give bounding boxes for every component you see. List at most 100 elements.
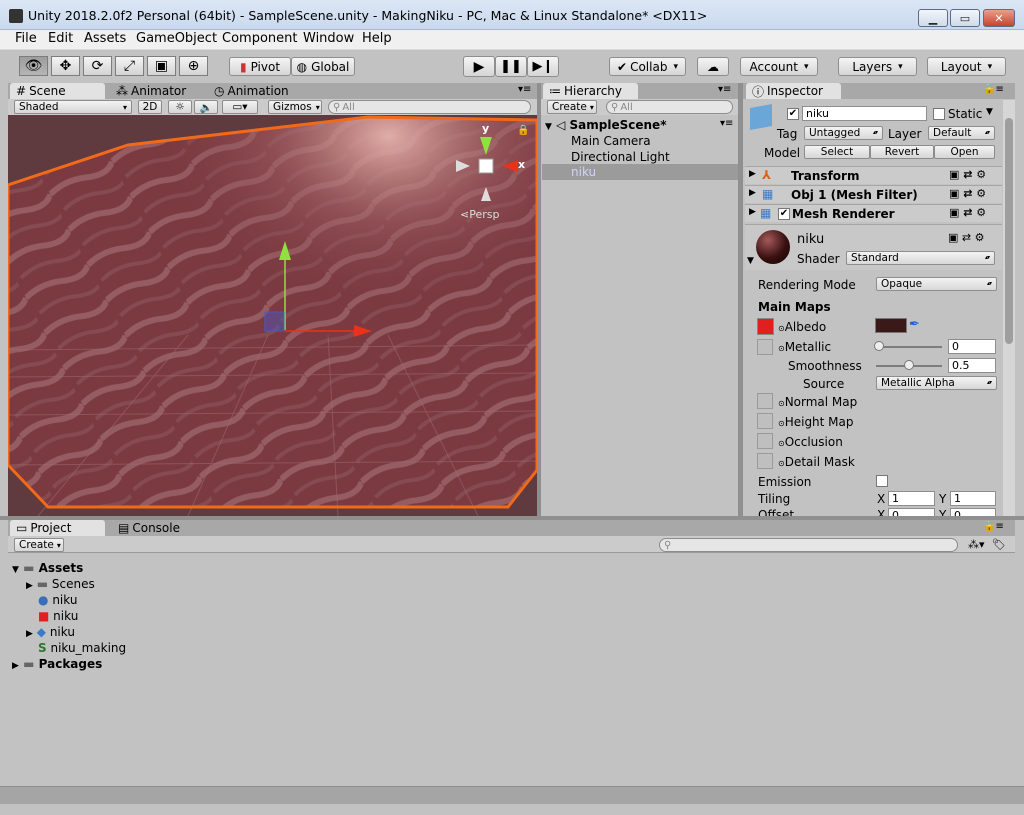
scale-tool-icon[interactable]: ⤢ xyxy=(115,56,144,76)
tab-project[interactable]: ▭ Project xyxy=(10,520,105,536)
hierarchy-menu-icon[interactable]: ▾≡ xyxy=(718,84,731,95)
hierarchy-item-niku[interactable]: niku xyxy=(571,165,596,179)
view-tool-eye-icon[interactable]: 👁 xyxy=(19,56,48,76)
project-create-dropdown[interactable]: Create ▾ xyxy=(14,538,64,552)
maximize-button[interactable]: ▭ xyxy=(950,9,980,27)
layer-dropdown[interactable]: Default xyxy=(928,126,995,140)
tiling-x-field[interactable]: 1 xyxy=(888,491,935,506)
tree-item-scenes[interactable]: ▶ ▬ Scenes xyxy=(26,577,95,591)
metallic-value-field[interactable]: 0 xyxy=(948,339,996,354)
tab-console[interactable]: ▤ Console xyxy=(112,520,207,536)
menu-help[interactable]: Help xyxy=(362,31,392,46)
menu-gameobject[interactable]: GameObject xyxy=(136,31,217,46)
smoothness-value-field[interactable]: 0.5 xyxy=(948,358,996,373)
projection-label[interactable]: ⋖Persp xyxy=(460,208,499,221)
global-toggle[interactable]: ◍ Global xyxy=(291,57,355,76)
component-transform[interactable]: ▶ ⅄ Transform ▣ ⇄ ⚙ xyxy=(745,166,1002,184)
menu-assets[interactable]: Assets xyxy=(84,31,126,46)
scene-root-item[interactable]: ▼ ◁ SampleScene* xyxy=(545,118,666,132)
tab-animator[interactable]: ⁂ Animator xyxy=(110,83,200,99)
metallic-texture-slot[interactable] xyxy=(757,339,773,355)
scene-search-input[interactable]: ⚲ All xyxy=(328,100,531,114)
tree-item-niku-material[interactable]: ● niku xyxy=(38,593,77,607)
rect-tool-icon[interactable]: ▣ xyxy=(147,56,176,76)
menu-edit[interactable]: Edit xyxy=(48,31,73,46)
material-expand-arrow-icon[interactable]: ▼ xyxy=(747,256,754,266)
model-select-button[interactable]: Select xyxy=(804,145,870,159)
filter-by-label-icon[interactable]: 🏷 xyxy=(992,538,1006,551)
tab-inspector[interactable]: ⓘ Inspector xyxy=(746,83,841,99)
model-revert-button[interactable]: Revert xyxy=(870,145,934,159)
mesh-renderer-enabled-checkbox[interactable]: ✔ xyxy=(778,208,790,220)
shader-dropdown[interactable]: Standard xyxy=(846,251,995,265)
step-button[interactable]: ▶❙ xyxy=(527,56,559,77)
component-settings-icons[interactable]: ▣ ⇄ ⚙ xyxy=(949,187,986,200)
menu-file[interactable]: File xyxy=(15,31,37,46)
tag-dropdown[interactable]: Untagged xyxy=(804,126,883,140)
albedo-texture-slot[interactable] xyxy=(757,318,774,335)
shading-mode-dropdown[interactable]: Shaded ▾ xyxy=(14,100,132,114)
tab-scene[interactable]: # Scene xyxy=(10,83,105,99)
cloud-button[interactable]: ☁ xyxy=(697,57,729,76)
static-dropdown-icon[interactable]: ▼ xyxy=(986,107,993,117)
tree-item-assets[interactable]: ▼ ▬ Assets xyxy=(12,561,83,575)
active-checkbox[interactable]: ✔ xyxy=(787,108,799,120)
close-button[interactable]: ✕ xyxy=(983,9,1015,27)
component-settings-icons[interactable]: ▣ ⇄ ⚙ xyxy=(949,168,986,181)
menu-window[interactable]: Window xyxy=(303,31,354,46)
hierarchy-search-input[interactable]: ⚲ All xyxy=(606,100,733,114)
tree-item-niku-texture[interactable]: ■ niku xyxy=(38,609,78,623)
detail-mask-slot[interactable] xyxy=(757,453,773,469)
filter-by-type-icon[interactable]: ⁂▾ xyxy=(968,538,985,551)
rendering-mode-dropdown[interactable]: Opaque xyxy=(876,277,997,291)
metallic-slider-thumb[interactable] xyxy=(874,341,884,351)
tab-animation[interactable]: ◷ Animation xyxy=(208,83,303,99)
pivot-toggle[interactable]: ▮ Pivot xyxy=(229,57,291,76)
model-open-button[interactable]: Open xyxy=(934,145,995,159)
source-dropdown[interactable]: Metallic Alpha xyxy=(876,376,997,390)
lock-icon[interactable]: 🔒 xyxy=(517,125,529,136)
occlusion-slot[interactable] xyxy=(757,433,773,449)
tab-hierarchy[interactable]: ≔ Hierarchy xyxy=(543,83,638,99)
tree-item-packages[interactable]: ▶ ▬ Packages xyxy=(12,657,102,671)
menu-component[interactable]: Component xyxy=(222,31,297,46)
pause-button[interactable]: ❚❚ xyxy=(495,56,527,77)
collab-dropdown[interactable]: ✔ Collab xyxy=(609,57,686,76)
tree-item-niku-making-script[interactable]: S niku_making xyxy=(38,641,126,655)
metallic-slider-track[interactable] xyxy=(876,346,942,348)
effects-dropdown-image-icon[interactable]: ▭▾ xyxy=(222,100,258,114)
normal-map-slot[interactable] xyxy=(757,393,773,409)
offset-y-field[interactable]: 0 xyxy=(950,508,996,516)
move-tool-icon[interactable]: ✥ xyxy=(51,56,80,76)
play-button[interactable]: ▶ xyxy=(463,56,495,77)
smoothness-slider-thumb[interactable] xyxy=(904,360,914,370)
project-lock-icon[interactable]: 🔒≡ xyxy=(983,521,1004,532)
height-map-slot[interactable] xyxy=(757,413,773,429)
hierarchy-item-directional-light[interactable]: Directional Light xyxy=(571,150,670,164)
offset-x-field[interactable]: 0 xyxy=(888,508,935,516)
component-settings-icons[interactable]: ▣ ⇄ ⚙ xyxy=(949,206,986,219)
hierarchy-item-main-camera[interactable]: Main Camera xyxy=(571,134,651,148)
material-settings-icons[interactable]: ▣ ⇄ ⚙ xyxy=(948,231,984,244)
static-checkbox[interactable] xyxy=(933,108,945,120)
albedo-color-swatch[interactable] xyxy=(875,318,907,333)
2d-toggle[interactable]: 2D xyxy=(138,100,162,114)
layers-dropdown[interactable]: Layers xyxy=(838,57,917,76)
object-name-field[interactable]: niku xyxy=(802,106,927,121)
tree-item-niku-model[interactable]: ▶ ◆ niku xyxy=(26,625,75,639)
minimize-button[interactable]: ▁ xyxy=(918,9,948,27)
account-dropdown[interactable]: Account xyxy=(740,57,818,76)
component-mesh-filter[interactable]: ▶ ▦ Obj 1 (Mesh Filter) ▣ ⇄ ⚙ xyxy=(745,185,1002,203)
inspector-lock-icon[interactable]: 🔒≡ xyxy=(983,84,1004,95)
component-mesh-renderer[interactable]: ▶ ▦ ✔ Mesh Renderer ▣ ⇄ ⚙ xyxy=(745,204,1002,222)
rotate-tool-icon[interactable]: ⟳ xyxy=(83,56,112,76)
hierarchy-create-dropdown[interactable]: Create ▾ xyxy=(547,100,597,114)
audio-toggle-speaker-icon[interactable]: 🔈 xyxy=(194,100,218,114)
lighting-toggle-sun-icon[interactable]: ☼ xyxy=(168,100,192,114)
project-search-input[interactable]: ⚲ xyxy=(659,538,958,552)
tiling-y-field[interactable]: 1 xyxy=(950,491,996,506)
gizmos-dropdown[interactable]: Gizmos ▾ xyxy=(268,100,322,114)
inspector-scrollbar[interactable] xyxy=(1003,100,1015,516)
layout-dropdown[interactable]: Layout xyxy=(927,57,1006,76)
scene-viewport[interactable]: y x ⋖Persp 🔒 xyxy=(8,115,537,516)
